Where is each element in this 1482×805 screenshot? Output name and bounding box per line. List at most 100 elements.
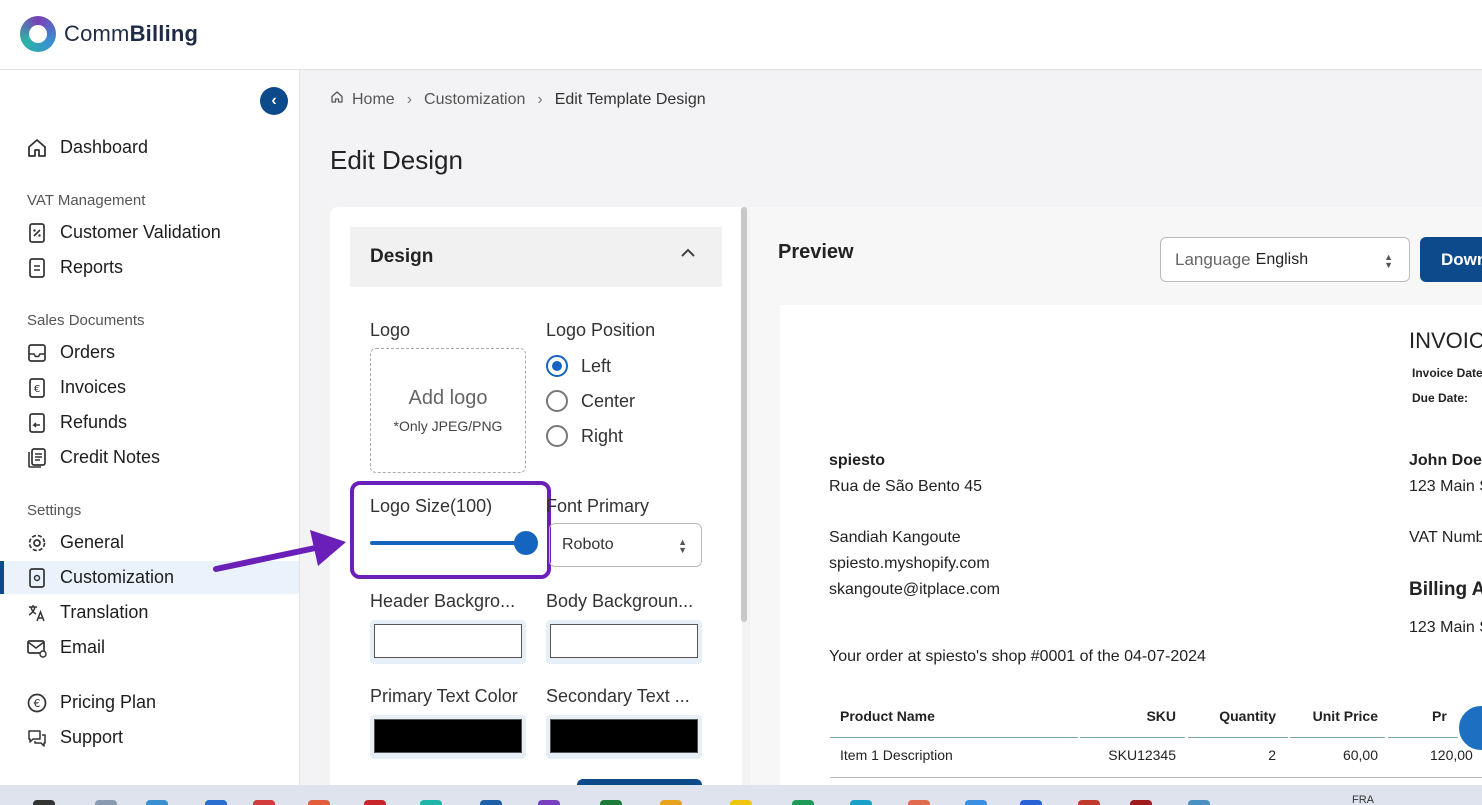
customize-document-icon xyxy=(26,567,48,589)
svg-text:€: € xyxy=(34,697,41,710)
breadcrumb-customization[interactable]: Customization xyxy=(424,91,525,109)
secondary-text-color-label: Secondary Text ... xyxy=(546,686,690,706)
taskbar-app-icon[interactable] xyxy=(1020,800,1042,805)
breadcrumb-separator-icon: › xyxy=(406,90,413,108)
home-icon xyxy=(330,90,344,109)
sidebar-item-email[interactable]: Email xyxy=(0,631,299,664)
euro-coin-icon: € xyxy=(26,692,48,714)
brand-name: CommBilling xyxy=(64,21,199,46)
secondary-text-swatch xyxy=(550,719,698,753)
contact-name: Sandiah Kangoute xyxy=(829,529,961,546)
taskbar-app-icon[interactable] xyxy=(850,800,872,805)
radio-checked-icon xyxy=(546,355,568,377)
font-primary-select[interactable]: Roboto ▲ ▼ xyxy=(549,523,702,567)
add-logo-dropzone[interactable]: Add logo *Only JPEG/PNG xyxy=(370,348,526,473)
taskbar-locale[interactable]: FRA xyxy=(1352,794,1374,805)
design-panel-scrollbar[interactable] xyxy=(741,207,747,622)
invoice-heading: INVOIC xyxy=(1409,328,1482,353)
taskbar-app-icon[interactable] xyxy=(538,800,560,805)
language-select[interactable]: Language English ▲ ▼ xyxy=(1160,237,1410,282)
sidebar-item-invoices[interactable]: € Invoices xyxy=(0,371,299,404)
body-background-color-picker[interactable] xyxy=(546,620,702,664)
secondary-text-color-picker[interactable] xyxy=(546,715,702,759)
taskbar-app-icon[interactable] xyxy=(1078,800,1100,805)
annotation-highlight-box xyxy=(350,481,551,579)
seller-address: Rua de São Bento 45 xyxy=(829,478,983,495)
sidebar-item-label: Reports xyxy=(60,257,124,277)
taskbar-app-icon[interactable] xyxy=(308,800,330,805)
sidebar-item-label: Credit Notes xyxy=(60,447,161,467)
logo-position-left-radio[interactable]: Left xyxy=(546,355,611,377)
sidebar-item-label: Pricing Plan xyxy=(60,692,157,712)
table-header-price: Pr xyxy=(1432,708,1447,724)
radio-label: Right xyxy=(581,425,624,446)
taskbar-app-icon[interactable] xyxy=(420,800,442,805)
select-arrows-icon: ▲ ▼ xyxy=(678,537,687,555)
sidebar-item-label: Dashboard xyxy=(60,137,149,157)
primary-text-swatch xyxy=(374,719,522,753)
sidebar-section-settings: Settings xyxy=(27,502,82,519)
taskbar-app-icon[interactable] xyxy=(730,800,752,805)
table-header-product: Product Name xyxy=(840,708,935,724)
sidebar-item-label: Translation xyxy=(60,602,149,622)
sidebar-item-label: Email xyxy=(60,637,106,657)
table-cell-quantity: 2 xyxy=(1268,747,1276,763)
sidebar-item-general[interactable]: General xyxy=(0,526,299,559)
shop-url: spiesto.myshopify.com xyxy=(829,555,990,572)
taskbar-app-icon[interactable] xyxy=(146,800,168,805)
home-icon xyxy=(26,137,48,159)
sidebar-item-refunds[interactable]: Refunds xyxy=(0,406,299,439)
design-accordion-header[interactable]: Design xyxy=(350,227,722,287)
breadcrumb-home[interactable]: Home xyxy=(352,91,395,109)
sidebar-item-label: Invoices xyxy=(60,377,127,397)
report-icon xyxy=(26,257,48,279)
taskbar-app-icon[interactable] xyxy=(792,800,814,805)
taskbar-app-icon[interactable] xyxy=(1188,800,1210,805)
taskbar-app-icon[interactable] xyxy=(33,800,55,805)
preview-title: Preview xyxy=(778,241,854,263)
sidebar-item-pricing-plan[interactable]: € Pricing Plan xyxy=(0,686,299,719)
body-background-label: Body Backgroun... xyxy=(546,591,694,611)
page-title: Edit Design xyxy=(330,145,463,175)
download-button[interactable]: Down xyxy=(1420,237,1482,282)
header-background-swatch xyxy=(374,624,522,658)
table-row-divider xyxy=(830,777,1482,778)
sidebar-collapse-button[interactable]: ‹ xyxy=(260,87,288,115)
sidebar-item-customization[interactable]: Customization xyxy=(0,561,299,594)
sidebar-item-credit-notes[interactable]: Credit Notes xyxy=(0,441,299,474)
sidebar-item-dashboard[interactable]: Dashboard xyxy=(0,131,299,164)
taskbar-app-icon[interactable] xyxy=(1130,800,1152,805)
customer-name: John Doe xyxy=(1409,452,1482,469)
taskbar-app-icon[interactable] xyxy=(205,800,227,805)
header-background-label: Header Backgro... xyxy=(370,591,516,611)
taskbar-app-icon[interactable] xyxy=(660,800,682,805)
billing-heading: Billing A xyxy=(1409,579,1482,600)
logo-position-center-radio[interactable]: Center xyxy=(546,390,635,412)
brand-logo[interactable]: CommBilling xyxy=(20,16,198,52)
taskbar-app-icon[interactable] xyxy=(965,800,987,805)
taskbar-app-icon[interactable] xyxy=(908,800,930,805)
table-header-underline xyxy=(1080,737,1185,738)
sidebar-item-customer-validation[interactable]: Customer Validation xyxy=(0,216,299,249)
refund-icon xyxy=(26,412,48,434)
sidebar-item-label: Orders xyxy=(60,342,116,362)
primary-text-color-picker[interactable] xyxy=(370,715,526,759)
design-section-title: Design xyxy=(370,246,434,267)
taskbar-app-icon[interactable] xyxy=(95,800,117,805)
logo-position-right-radio[interactable]: Right xyxy=(546,425,623,447)
taskbar-app-icon[interactable] xyxy=(600,800,622,805)
taskbar-app-icon[interactable] xyxy=(364,800,386,805)
sidebar-item-reports[interactable]: Reports xyxy=(0,251,299,284)
sidebar-item-orders[interactable]: Orders xyxy=(0,336,299,369)
taskbar-app-icon[interactable] xyxy=(480,800,502,805)
percent-document-icon xyxy=(26,222,48,244)
language-label: Language xyxy=(1175,249,1251,269)
customer-address: 123 Main S xyxy=(1409,478,1482,495)
svg-text:€: € xyxy=(34,384,40,395)
taskbar-app-icon[interactable] xyxy=(253,800,275,805)
sidebar-item-support[interactable]: Support xyxy=(0,721,299,754)
top-bar: CommBilling xyxy=(0,0,1482,70)
header-background-color-picker[interactable] xyxy=(370,620,526,664)
sidebar-section-vat: VAT Management xyxy=(27,192,146,209)
sidebar-item-translation[interactable]: Translation xyxy=(0,596,299,629)
